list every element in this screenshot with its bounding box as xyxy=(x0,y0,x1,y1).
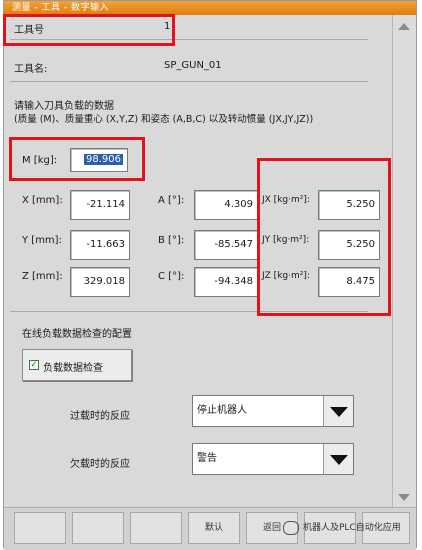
load-check-toggle[interactable]: ✓ 负载数据检查 xyxy=(22,349,132,381)
z-label: Z [mm]: xyxy=(22,271,63,282)
a-label: A [°]: xyxy=(158,195,185,206)
divider xyxy=(10,39,368,40)
instruction-line-1: 请输入刀具负载的数据 xyxy=(14,101,114,112)
instruction-line-2: (质量 (M)、质量重心 (X,Y,Z) 和姿态 (A,B,C) 以及转动惯量 … xyxy=(14,114,314,125)
b-label: B [°]: xyxy=(158,235,185,246)
content-area: 工具号 1 工具名: SP_GUN_01 请输入刀具负载的数据 (质量 (M)、… xyxy=(4,15,392,505)
tool-name-value: SP_GUN_01 xyxy=(164,60,222,71)
mass-label: M [kg]: xyxy=(22,155,58,166)
divider xyxy=(10,311,368,312)
y-label: Y [mm]: xyxy=(22,235,62,246)
scrollbar[interactable] xyxy=(392,15,416,509)
chevron-down-icon xyxy=(330,407,348,417)
y-input[interactable]: -11.663 xyxy=(70,230,130,260)
dropdown-button[interactable] xyxy=(323,444,353,474)
wechat-logo-icon xyxy=(283,520,299,535)
c-label: C [°]: xyxy=(158,271,185,282)
jx-label: JX [kg·m²]: xyxy=(262,195,310,205)
softkey-3[interactable] xyxy=(130,512,182,544)
softkey-1[interactable] xyxy=(14,512,66,544)
overload-label: 过载时的反应 xyxy=(70,411,130,422)
jy-label: JY [kg·m²]: xyxy=(262,235,310,245)
jx-input[interactable]: 5.250 xyxy=(318,190,380,220)
softkey-2[interactable] xyxy=(72,512,124,544)
b-input[interactable]: -85.547 xyxy=(194,230,258,260)
tool-name-label: 工具名: xyxy=(14,64,48,75)
watermark: 机器人及PLC自动化应用 xyxy=(283,520,401,535)
scroll-down-icon[interactable] xyxy=(398,494,410,501)
jy-input[interactable]: 5.250 xyxy=(318,230,380,260)
underload-reaction-select[interactable]: 警告 xyxy=(192,443,354,475)
overload-reaction-value: 停止机器人 xyxy=(197,405,247,416)
dialog-window: 测量 - 工具 - 数字输入 工具号 1 工具名: SP_GUN_01 请输入刀… xyxy=(3,0,417,550)
overload-reaction-select[interactable]: 停止机器人 xyxy=(192,395,354,427)
underload-reaction-value: 警告 xyxy=(197,453,217,464)
tool-number-label: 工具号 xyxy=(14,25,44,36)
watermark-text: 机器人及PLC自动化应用 xyxy=(303,523,401,533)
c-input[interactable]: -94.348 xyxy=(194,267,258,297)
divider xyxy=(10,81,368,82)
z-input[interactable]: 329.018 xyxy=(70,267,130,297)
mass-input[interactable]: 98.906 xyxy=(70,148,128,172)
a-input[interactable]: 4.309 xyxy=(194,190,258,220)
jz-label: JZ [kg·m²]: xyxy=(262,271,310,281)
checkbox-check-icon: ✓ xyxy=(29,360,39,370)
mass-value: 98.906 xyxy=(84,154,123,165)
x-label: X [mm]: xyxy=(22,195,63,206)
underload-label: 欠载时的反应 xyxy=(70,459,130,470)
load-check-label: 负载数据检查 xyxy=(43,363,103,374)
x-input[interactable]: -21.114 xyxy=(70,190,130,220)
tool-number-value: 1 xyxy=(164,21,171,32)
default-button[interactable]: 默认 xyxy=(188,512,240,544)
online-check-section-label: 在线负载数据检查的配置 xyxy=(22,329,132,340)
window-title: 测量 - 工具 - 数字输入 xyxy=(4,1,416,15)
jz-input[interactable]: 8.475 xyxy=(318,267,380,297)
chevron-down-icon xyxy=(330,455,348,465)
scroll-up-icon[interactable] xyxy=(398,23,410,30)
dropdown-button[interactable] xyxy=(323,396,353,426)
